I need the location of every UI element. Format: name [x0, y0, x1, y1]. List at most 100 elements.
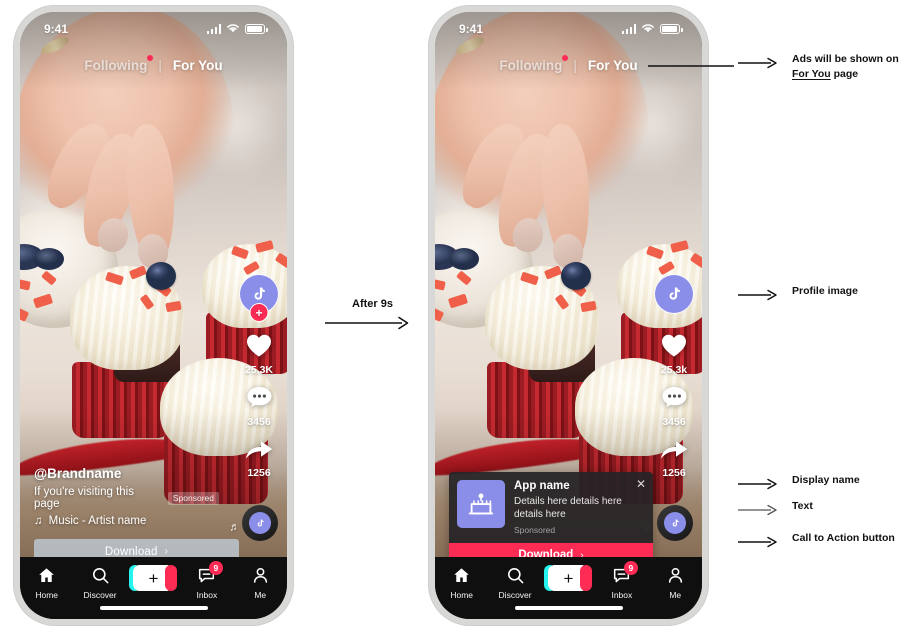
nav-item-me[interactable]: Me	[650, 566, 700, 600]
comment-bubble-icon	[246, 385, 273, 413]
annotation-label: Profile image	[792, 285, 858, 297]
inbox-badge: 9	[208, 561, 223, 575]
home-icon	[452, 566, 471, 587]
screenshot-canvas: 9:41 Following | For You + 25.3K 3456 12…	[0, 0, 907, 641]
annotation-underlined-term: For You	[792, 68, 831, 81]
like-count: 25.3K	[244, 364, 274, 376]
like-button[interactable]: 25.3k	[660, 332, 688, 376]
nav-item-create[interactable]: +	[128, 565, 178, 594]
tab-for-you[interactable]: For You	[588, 58, 638, 73]
nav-item-home[interactable]: Home	[22, 566, 72, 600]
bottom-nav-before: Home Discover + 9 Inbox Me	[20, 557, 287, 619]
nav-label-discover: Discover	[83, 590, 117, 600]
ad-description: Details here details here details here	[514, 496, 622, 520]
action-rail: + 25.3K 3456 1256	[239, 274, 279, 479]
create-plus-icon[interactable]: +	[544, 565, 593, 591]
right-arrow-icon	[325, 316, 420, 330]
caption-block: @Brandname If you're visiting this page …	[34, 466, 219, 527]
display-name[interactable]: @Brandname	[34, 466, 219, 481]
tab-following[interactable]: Following	[84, 55, 154, 73]
nav-item-inbox[interactable]: 9 Inbox	[182, 561, 232, 600]
comment-count: 3456	[247, 416, 271, 428]
annotation-label: Text	[792, 500, 813, 512]
create-plus-glyph: +	[548, 565, 589, 591]
phone-screen-before: 9:41 Following | For You + 25.3K 3456 12…	[20, 12, 287, 619]
cellular-signal-icon	[621, 24, 636, 34]
profile-avatar[interactable]	[654, 274, 694, 314]
music-disc-icon	[249, 512, 271, 534]
tab-following-label: Following	[499, 58, 563, 73]
annotation-label: Display name	[792, 474, 860, 486]
right-arrow-icon	[738, 56, 780, 74]
wifi-icon	[641, 22, 655, 36]
nav-label-me: Me	[254, 590, 267, 600]
person-icon	[666, 566, 685, 587]
comment-button[interactable]: 3456	[246, 385, 273, 428]
nav-item-discover[interactable]: Discover	[490, 566, 540, 600]
close-icon[interactable]: ✕	[636, 478, 646, 490]
phone-mockup-before: 9:41 Following | For You + 25.3K 3456 12…	[13, 5, 294, 626]
music-disc[interactable]	[657, 505, 693, 541]
phone-mockup-after: 9:41 Following | For You 25.3k 3456 1256…	[428, 5, 709, 626]
nav-label-inbox: Inbox	[196, 590, 218, 600]
nav-label-inbox: Inbox	[611, 590, 633, 600]
music-note-icon: ♫	[34, 515, 43, 527]
right-arrow-icon	[738, 535, 780, 553]
follow-button[interactable]: +	[249, 303, 269, 322]
heart-icon	[660, 332, 688, 361]
right-arrow-icon	[738, 503, 780, 521]
create-plus-icon[interactable]: +	[129, 565, 178, 591]
battery-icon	[245, 24, 268, 34]
download-label: Download	[104, 545, 158, 558]
share-arrow-icon	[659, 437, 689, 464]
home-icon	[37, 566, 56, 587]
comment-button[interactable]: 3456	[661, 385, 688, 428]
share-arrow-icon	[244, 437, 274, 464]
music-disc-icon	[664, 512, 686, 534]
create-plus-glyph: +	[133, 565, 174, 591]
heart-icon	[245, 332, 273, 361]
phone-screen-after: 9:41 Following | For You 25.3k 3456 1256…	[435, 12, 702, 619]
music-label: Music - Artist name	[48, 515, 147, 527]
annotation-cta-button: Call to Action button	[738, 531, 895, 553]
annotation-text: Text	[738, 499, 813, 521]
annotation-profile-image: Profile image	[738, 284, 858, 306]
nav-label-home: Home	[35, 590, 59, 600]
nav-label-home: Home	[450, 590, 474, 600]
inbox-badge: 9	[623, 561, 638, 575]
status-time: 9:41	[459, 22, 484, 36]
comment-bubble-icon	[661, 385, 688, 413]
following-notification-dot	[147, 55, 154, 61]
annotation-for-you: Ads will be shown on For You page	[738, 52, 899, 82]
like-button[interactable]: 25.3K	[245, 332, 273, 376]
tab-following[interactable]: Following	[499, 55, 569, 73]
blueberry	[561, 262, 591, 290]
battery-icon	[660, 24, 683, 34]
share-button[interactable]: 1256	[659, 437, 689, 479]
person-icon	[251, 566, 270, 587]
share-count: 1256	[247, 467, 271, 479]
transition-group: After 9s	[325, 298, 420, 330]
tab-divider: |	[573, 58, 577, 73]
sponsored-badge: Sponsored	[167, 491, 219, 505]
annotation-label: Call to Action button	[792, 532, 895, 544]
blueberry	[146, 262, 176, 290]
nav-item-inbox[interactable]: 9 Inbox	[597, 561, 647, 600]
music-notes-icon: ♬	[228, 520, 241, 534]
nav-item-create[interactable]: +	[543, 565, 593, 594]
annotation-display-name: Display name	[738, 473, 860, 495]
home-indicator	[99, 606, 208, 610]
nav-item-discover[interactable]: Discover	[75, 566, 125, 600]
tab-divider: |	[158, 58, 162, 73]
tab-for-you[interactable]: For You	[173, 58, 223, 73]
nav-item-me[interactable]: Me	[235, 566, 285, 600]
callout-leader-line	[648, 65, 734, 67]
music-disc[interactable]	[242, 505, 278, 541]
profile-avatar[interactable]: +	[239, 274, 279, 322]
following-notification-dot	[562, 55, 569, 61]
nav-item-home[interactable]: Home	[437, 566, 487, 600]
music-row[interactable]: ♫ Music - Artist name	[34, 515, 219, 527]
search-icon	[91, 566, 110, 587]
share-button[interactable]: 1256	[244, 437, 274, 479]
comment-count: 3456	[662, 416, 686, 428]
